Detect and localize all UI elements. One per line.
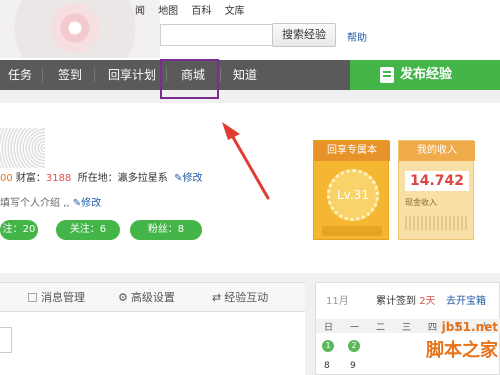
watermark-name: 脚本之家 [426, 340, 498, 361]
checkin-label: 累计签到 [376, 296, 416, 307]
profile-tabs: 消息管理 ⚙ 高级设置 ⇄ 经验互动 [0, 282, 305, 312]
calendar-day-signed[interactable]: 1 [322, 340, 334, 352]
calendar-day[interactable]: 8 [324, 361, 330, 371]
tab-label: 经验互动 [224, 291, 269, 304]
calendar-day-signed[interactable]: 2 [348, 340, 360, 352]
content-item [0, 327, 12, 353]
exchange-icon: ⇄ [212, 291, 222, 304]
weekday: 一 [350, 323, 360, 333]
open-chest-link[interactable]: 去开宝箱 [446, 292, 486, 307]
weekday: 二 [376, 323, 386, 333]
checkin-days: 2天 [419, 296, 436, 307]
gear-icon: ⚙ [118, 291, 128, 304]
tab-advanced-settings[interactable]: ⚙ 高级设置 [118, 283, 175, 313]
tab-label: 消息管理 [41, 291, 85, 304]
site-watermark: jb51.net 脚本之家 [426, 320, 498, 362]
tab-message-management[interactable]: 消息管理 [28, 283, 85, 313]
tab-label: 高级设置 [130, 291, 175, 304]
calendar-month: 11月 [326, 296, 349, 307]
calendar-day[interactable]: 9 [350, 361, 356, 371]
watermark-url: jb51.net [441, 320, 498, 334]
weekday: 三 [402, 323, 412, 333]
checkin-count: 累计签到 2天 [376, 292, 436, 307]
tab-experience-interaction[interactable]: ⇄ 经验互动 [212, 283, 268, 313]
message-icon [28, 293, 37, 302]
tab-content [0, 312, 305, 375]
weekday: 日 [324, 323, 334, 333]
